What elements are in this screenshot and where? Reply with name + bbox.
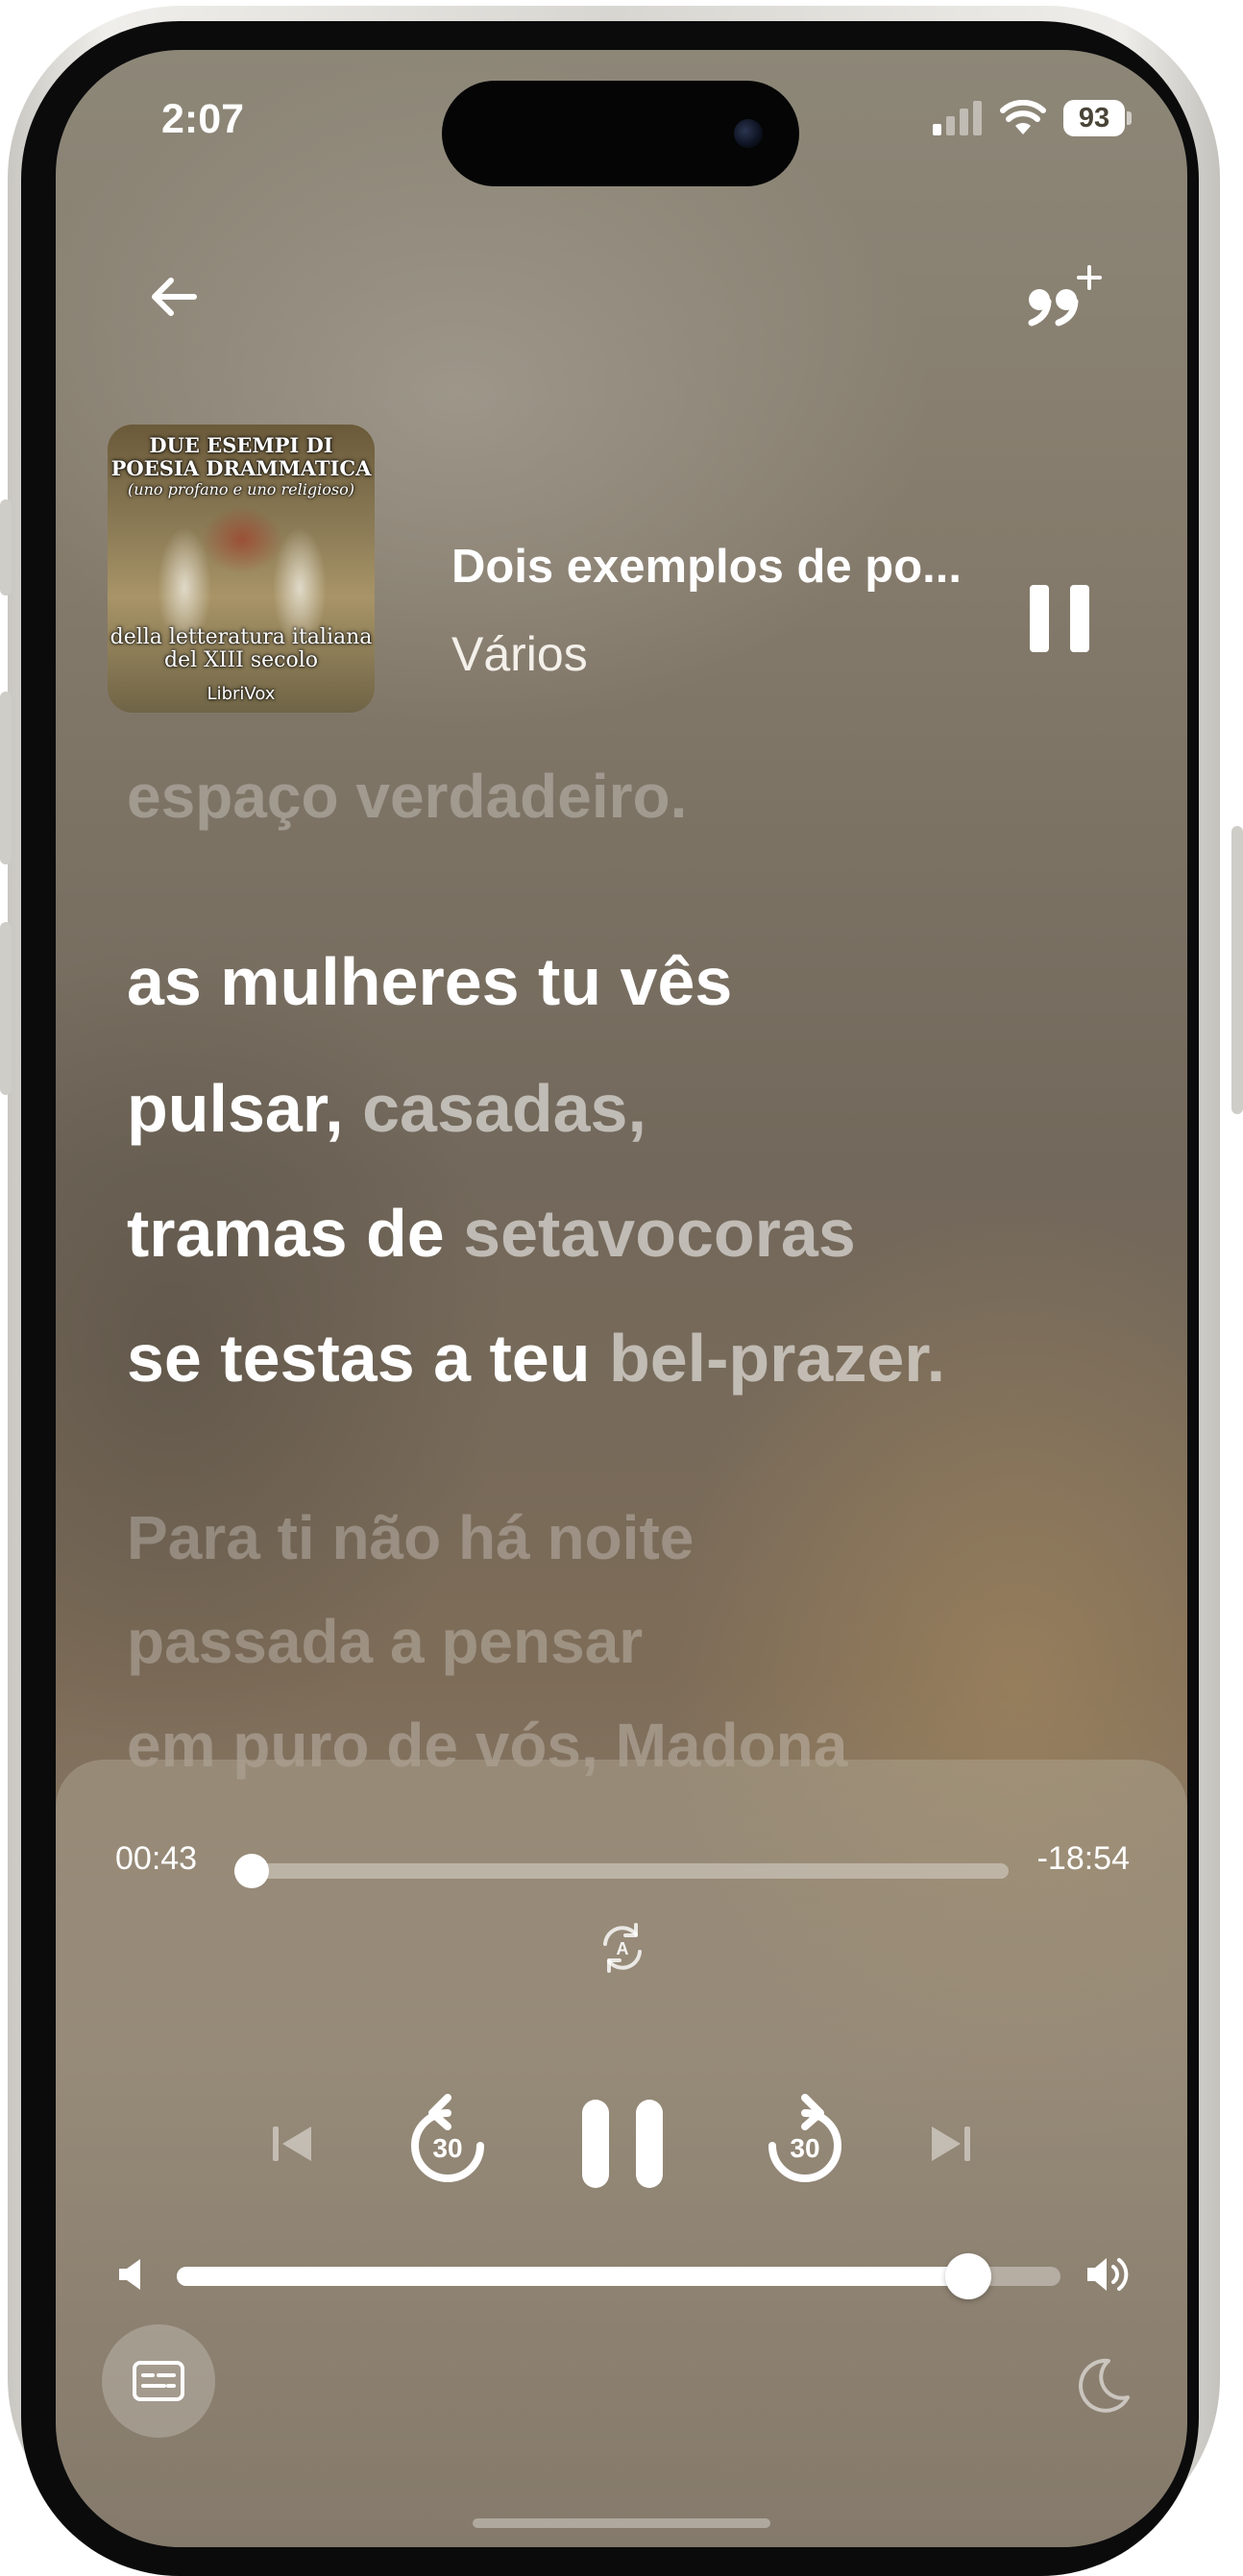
volume-high-button[interactable] bbox=[1085, 2251, 1133, 2297]
lyric-sung: tramas de bbox=[127, 1196, 464, 1271]
play-pause-button[interactable] bbox=[576, 2078, 669, 2209]
track-title[interactable]: Dois exemplos de po... bbox=[451, 540, 1066, 594]
cover-caption: della letteratura italiana del XIII seco… bbox=[110, 625, 373, 672]
lyric-line-previous: espaço verdadeiro. bbox=[127, 762, 688, 831]
forward-seconds: 30 bbox=[790, 2133, 819, 2163]
wifi-icon bbox=[1000, 100, 1046, 134]
lyric-upcoming: setavocoras bbox=[463, 1196, 856, 1271]
arrow-left-icon bbox=[152, 278, 197, 316]
pause-icon-bar bbox=[1070, 585, 1089, 652]
cover-brand: LibriVox bbox=[207, 684, 276, 704]
screen: 2:07 93 DUE ESEMPI DI POESIA DRAMMATICA … bbox=[56, 50, 1187, 2547]
lyrics-icon bbox=[133, 2361, 184, 2401]
cellular-signal-icon bbox=[933, 101, 982, 135]
pause-icon bbox=[1030, 585, 1049, 652]
playback-controls: 30 30 bbox=[56, 2077, 1187, 2211]
skip-previous-icon bbox=[273, 2126, 311, 2161]
volume-down-hardware bbox=[0, 922, 12, 1095]
cover-title: DUE ESEMPI DI POESIA DRAMMATICA bbox=[110, 433, 372, 480]
volume-high-icon bbox=[1087, 2258, 1129, 2291]
lyric-sung: as mulheres tu vês bbox=[127, 944, 733, 1019]
lyric-sung: se testas a teu bbox=[127, 1321, 609, 1396]
autoplay-button[interactable]: A bbox=[594, 1919, 651, 1977]
autoplay-icon: A bbox=[603, 1923, 642, 1973]
lyric-line-active: se testas a teu bel-prazer. bbox=[127, 1320, 945, 1397]
sleep-timer-button[interactable] bbox=[1070, 2351, 1137, 2418]
volume-fill bbox=[177, 2267, 969, 2286]
back-button[interactable] bbox=[140, 263, 207, 330]
volume-thumb[interactable] bbox=[945, 2253, 992, 2299]
rewind-30-icon: 30 bbox=[411, 2094, 484, 2182]
status-indicators: 93 bbox=[931, 100, 1132, 136]
forward-30-button[interactable]: 30 bbox=[755, 2094, 855, 2194]
lyric-line-active: as mulheres tu vês bbox=[127, 943, 732, 1020]
elapsed-time: 00:43 bbox=[115, 1840, 198, 1877]
progress-slider[interactable] bbox=[233, 1854, 1009, 1888]
quote-plus-icon bbox=[1028, 265, 1102, 327]
lyric-sung: pulsar, bbox=[127, 1071, 363, 1146]
volume-up-hardware bbox=[0, 692, 12, 864]
side-button bbox=[0, 499, 12, 595]
moon-icon bbox=[1079, 2358, 1130, 2413]
dynamic-island bbox=[442, 81, 799, 186]
lyrics-toggle-button[interactable] bbox=[102, 2324, 215, 2438]
lyric-line-next: passada a pensar bbox=[127, 1607, 644, 1676]
pause-icon bbox=[582, 2100, 663, 2188]
power-hardware bbox=[1231, 826, 1243, 1114]
album-cover[interactable]: DUE ESEMPI DI POESIA DRAMMATICA (uno pro… bbox=[108, 425, 375, 713]
skip-next-icon bbox=[932, 2126, 970, 2161]
rewind-seconds: 30 bbox=[432, 2133, 462, 2163]
player-panel: 00:43 -18:54 A 30 30 bbox=[56, 1760, 1187, 2547]
lyric-line-active: tramas de setavocoras bbox=[127, 1195, 856, 1272]
lyric-upcoming: casadas, bbox=[362, 1071, 646, 1146]
battery-indicator: 93 bbox=[1063, 100, 1125, 136]
lyric-line-active: pulsar, casadas, bbox=[127, 1070, 646, 1147]
camera-icon bbox=[734, 119, 763, 148]
lyric-upcoming: bel-prazer. bbox=[608, 1321, 946, 1396]
track-artist[interactable]: Vários bbox=[451, 626, 588, 682]
progress-thumb[interactable] bbox=[233, 1854, 269, 1888]
mini-pause-button[interactable] bbox=[1030, 585, 1089, 652]
autoplay-letter: A bbox=[617, 1939, 629, 1958]
lyric-line-next: Para ti não há noite bbox=[127, 1503, 695, 1572]
add-quote-button[interactable] bbox=[1020, 261, 1107, 338]
home-indicator[interactable] bbox=[473, 2518, 770, 2528]
volume-slider[interactable] bbox=[177, 2253, 1060, 2299]
remaining-time: -18:54 bbox=[1036, 1840, 1130, 1877]
previous-track-button[interactable] bbox=[267, 2119, 317, 2169]
cover-subtitle: (uno profano e uno religioso) bbox=[128, 480, 354, 498]
battery-tip bbox=[1127, 111, 1132, 125]
volume-low-icon bbox=[119, 2259, 140, 2290]
status-time: 2:07 bbox=[161, 96, 245, 142]
rewind-30-button[interactable]: 30 bbox=[398, 2094, 498, 2194]
forward-30-icon: 30 bbox=[768, 2094, 841, 2182]
next-track-button[interactable] bbox=[926, 2119, 976, 2169]
volume-low-button[interactable] bbox=[115, 2255, 148, 2294]
